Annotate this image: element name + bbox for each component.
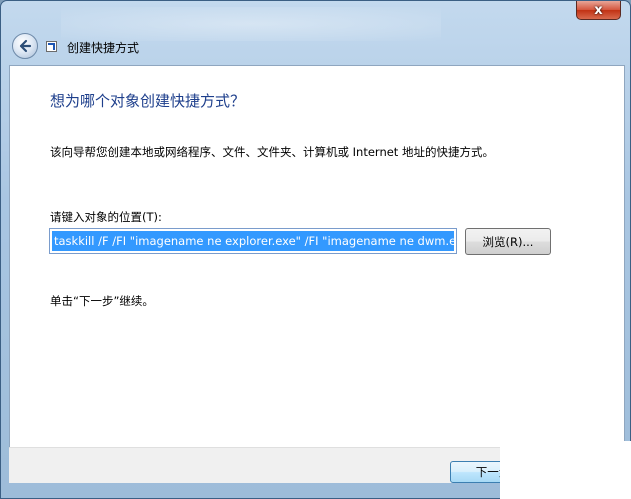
- close-button[interactable]: x: [576, 1, 621, 20]
- back-button[interactable]: [12, 33, 38, 59]
- browse-button[interactable]: 浏览(R)...: [465, 228, 551, 255]
- wizard-content-panel: 想为哪个对象创建快捷方式？ 该向导帮您创建本地或网络程序、文件、文件夹、计算机或…: [9, 65, 625, 483]
- wizard-description: 该向导帮您创建本地或网络程序、文件、文件夹、计算机或 Internet 地址的快…: [50, 145, 494, 159]
- wizard-heading: 想为哪个对象创建快捷方式？: [50, 92, 246, 110]
- window-title: 创建快捷方式: [67, 41, 140, 55]
- corner-overlay: [500, 441, 631, 499]
- back-arrow-icon: [19, 39, 32, 53]
- dialog-window-frame: x 创建快捷方式 想为哪个对象创建快捷方式？ 该向导帮您创建本地或网络程序、文件…: [0, 0, 631, 499]
- close-icon: x: [594, 2, 603, 18]
- next-hint-text: 单击“下一步”继续。: [50, 294, 154, 308]
- location-field-label: 请键入对象的位置(T):: [50, 210, 162, 224]
- shortcut-icon: [46, 41, 57, 52]
- location-input[interactable]: taskkill /F /FI "imagename ne explorer.e…: [49, 228, 457, 254]
- location-input-value: taskkill /F /FI "imagename ne explorer.e…: [52, 231, 454, 251]
- glass-background: [61, 7, 441, 41]
